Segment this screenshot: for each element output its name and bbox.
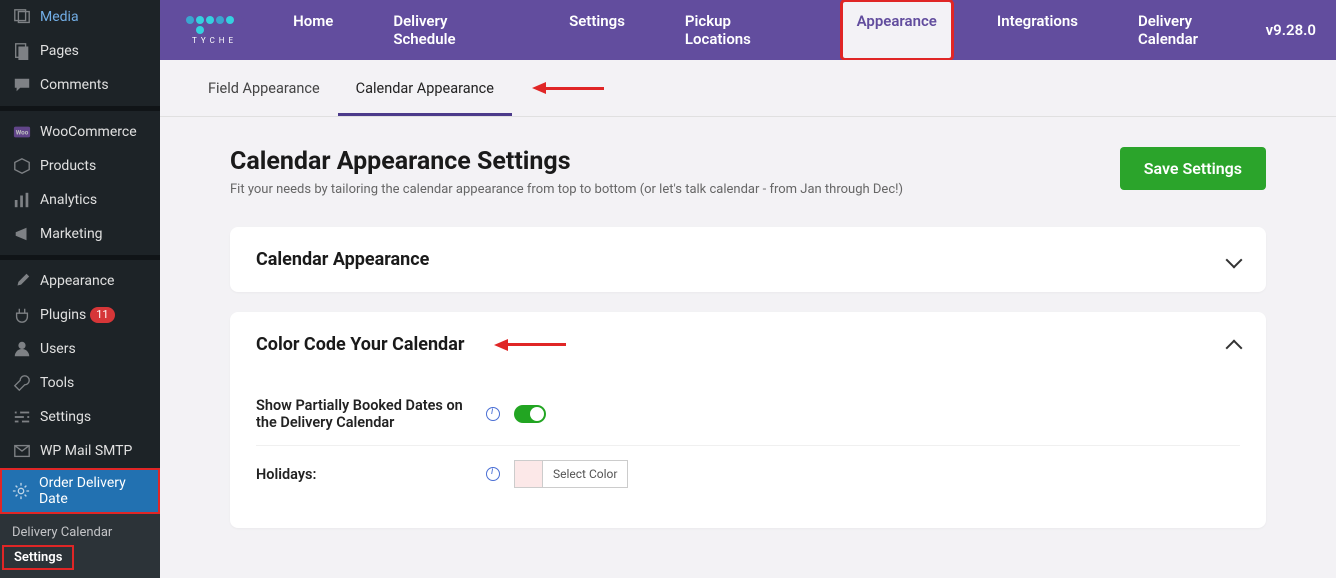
brush-icon: [13, 272, 31, 290]
main-container: TYCHE Home Delivery Schedule Settings Pi…: [160, 0, 1336, 551]
submenu-delivery-calendar[interactable]: Delivery Calendar: [0, 520, 160, 545]
comments-icon: [13, 76, 31, 94]
panel-header-appearance[interactable]: Calendar Appearance: [230, 227, 1266, 292]
analytics-icon: [13, 191, 31, 209]
sidebar-item-wp-mail-smtp[interactable]: WP Mail SMTP: [0, 434, 160, 468]
annotation-arrow: [494, 339, 566, 351]
info-icon[interactable]: [486, 407, 500, 421]
nav-delivery-calendar[interactable]: Delivery Calendar: [1124, 2, 1266, 58]
tab-field-appearance[interactable]: Field Appearance: [190, 60, 338, 116]
sidebar-submenu: Delivery Calendar Settings: [0, 514, 160, 578]
annotation-arrow: [532, 60, 604, 116]
sidebar-item-marketing[interactable]: Marketing: [0, 217, 160, 251]
products-icon: [13, 157, 31, 175]
version-label: v9.28.0: [1266, 21, 1316, 39]
setting-partially-booked: Show Partially Booked Dates on the Deliv…: [256, 383, 1240, 446]
separator: [0, 255, 160, 260]
panel-calendar-appearance: Calendar Appearance: [230, 227, 1266, 292]
nav-delivery-schedule[interactable]: Delivery Schedule: [379, 2, 523, 58]
tab-calendar-appearance[interactable]: Calendar Appearance: [338, 60, 512, 116]
chevron-up-icon: [1226, 339, 1243, 356]
sidebar-item-order-delivery-date[interactable]: Order Delivery Date: [0, 468, 160, 514]
sub-tabs: Field Appearance Calendar Appearance: [160, 60, 1336, 117]
separator: [0, 106, 160, 111]
toggle-partially-booked[interactable]: [514, 405, 546, 423]
nav-pickup-locations[interactable]: Pickup Locations: [671, 2, 811, 58]
sidebar-item-users[interactable]: Users: [0, 332, 160, 366]
svg-text:Woo: Woo: [16, 129, 29, 137]
submenu-settings[interactable]: Settings: [2, 545, 74, 570]
users-icon: [13, 340, 31, 358]
sidebar-item-woocommerce[interactable]: WooWooCommerce: [0, 115, 160, 149]
page-title: Calendar Appearance Settings: [230, 147, 903, 176]
media-icon: [13, 8, 31, 26]
select-color-button[interactable]: Select Color: [543, 461, 627, 487]
tools-icon: [13, 374, 31, 392]
info-icon[interactable]: [486, 467, 500, 481]
sidebar-item-products[interactable]: Products: [0, 149, 160, 183]
sidebar-item-appearance[interactable]: Appearance: [0, 264, 160, 298]
panel-color-code: Color Code Your Calendar Show Partially …: [230, 312, 1266, 528]
marketing-icon: [13, 225, 31, 243]
sidebar-item-comments[interactable]: Comments: [0, 68, 160, 102]
brand-logo: TYCHE: [180, 16, 249, 45]
panel-header-color-code[interactable]: Color Code Your Calendar: [230, 312, 1266, 377]
chevron-down-icon: [1226, 251, 1243, 268]
sidebar-item-media[interactable]: Media: [0, 0, 160, 34]
pages-icon: [13, 42, 31, 60]
plugins-icon: [13, 306, 31, 324]
sidebar-item-pages[interactable]: Pages: [0, 34, 160, 68]
woocommerce-icon: Woo: [13, 123, 31, 141]
sidebar-item-plugins[interactable]: Plugins11: [0, 298, 160, 332]
save-settings-button[interactable]: Save Settings: [1120, 147, 1266, 190]
nav-integrations[interactable]: Integrations: [983, 2, 1092, 58]
gear-icon: [12, 482, 30, 500]
nav-appearance[interactable]: Appearance: [843, 2, 951, 58]
setting-holidays: Holidays: Select Color: [256, 446, 1240, 502]
top-nav: TYCHE Home Delivery Schedule Settings Pi…: [160, 0, 1336, 60]
nav-home[interactable]: Home: [279, 2, 347, 58]
plugins-badge: 11: [90, 307, 114, 323]
sidebar-item-analytics[interactable]: Analytics: [0, 183, 160, 217]
page-description: Fit your needs by tailoring the calendar…: [230, 182, 903, 197]
content-area: Calendar Appearance Settings Fit your ne…: [160, 117, 1336, 551]
nav-settings[interactable]: Settings: [555, 2, 639, 58]
settings-icon: [13, 408, 31, 426]
sidebar-item-settings[interactable]: Settings: [0, 400, 160, 434]
mail-icon: [13, 442, 31, 460]
color-picker-holidays[interactable]: Select Color: [514, 460, 628, 488]
sidebar-item-tools[interactable]: Tools: [0, 366, 160, 400]
wp-admin-sidebar: Media Pages Comments WooWooCommerce Prod…: [0, 0, 160, 551]
color-swatch: [515, 461, 543, 487]
